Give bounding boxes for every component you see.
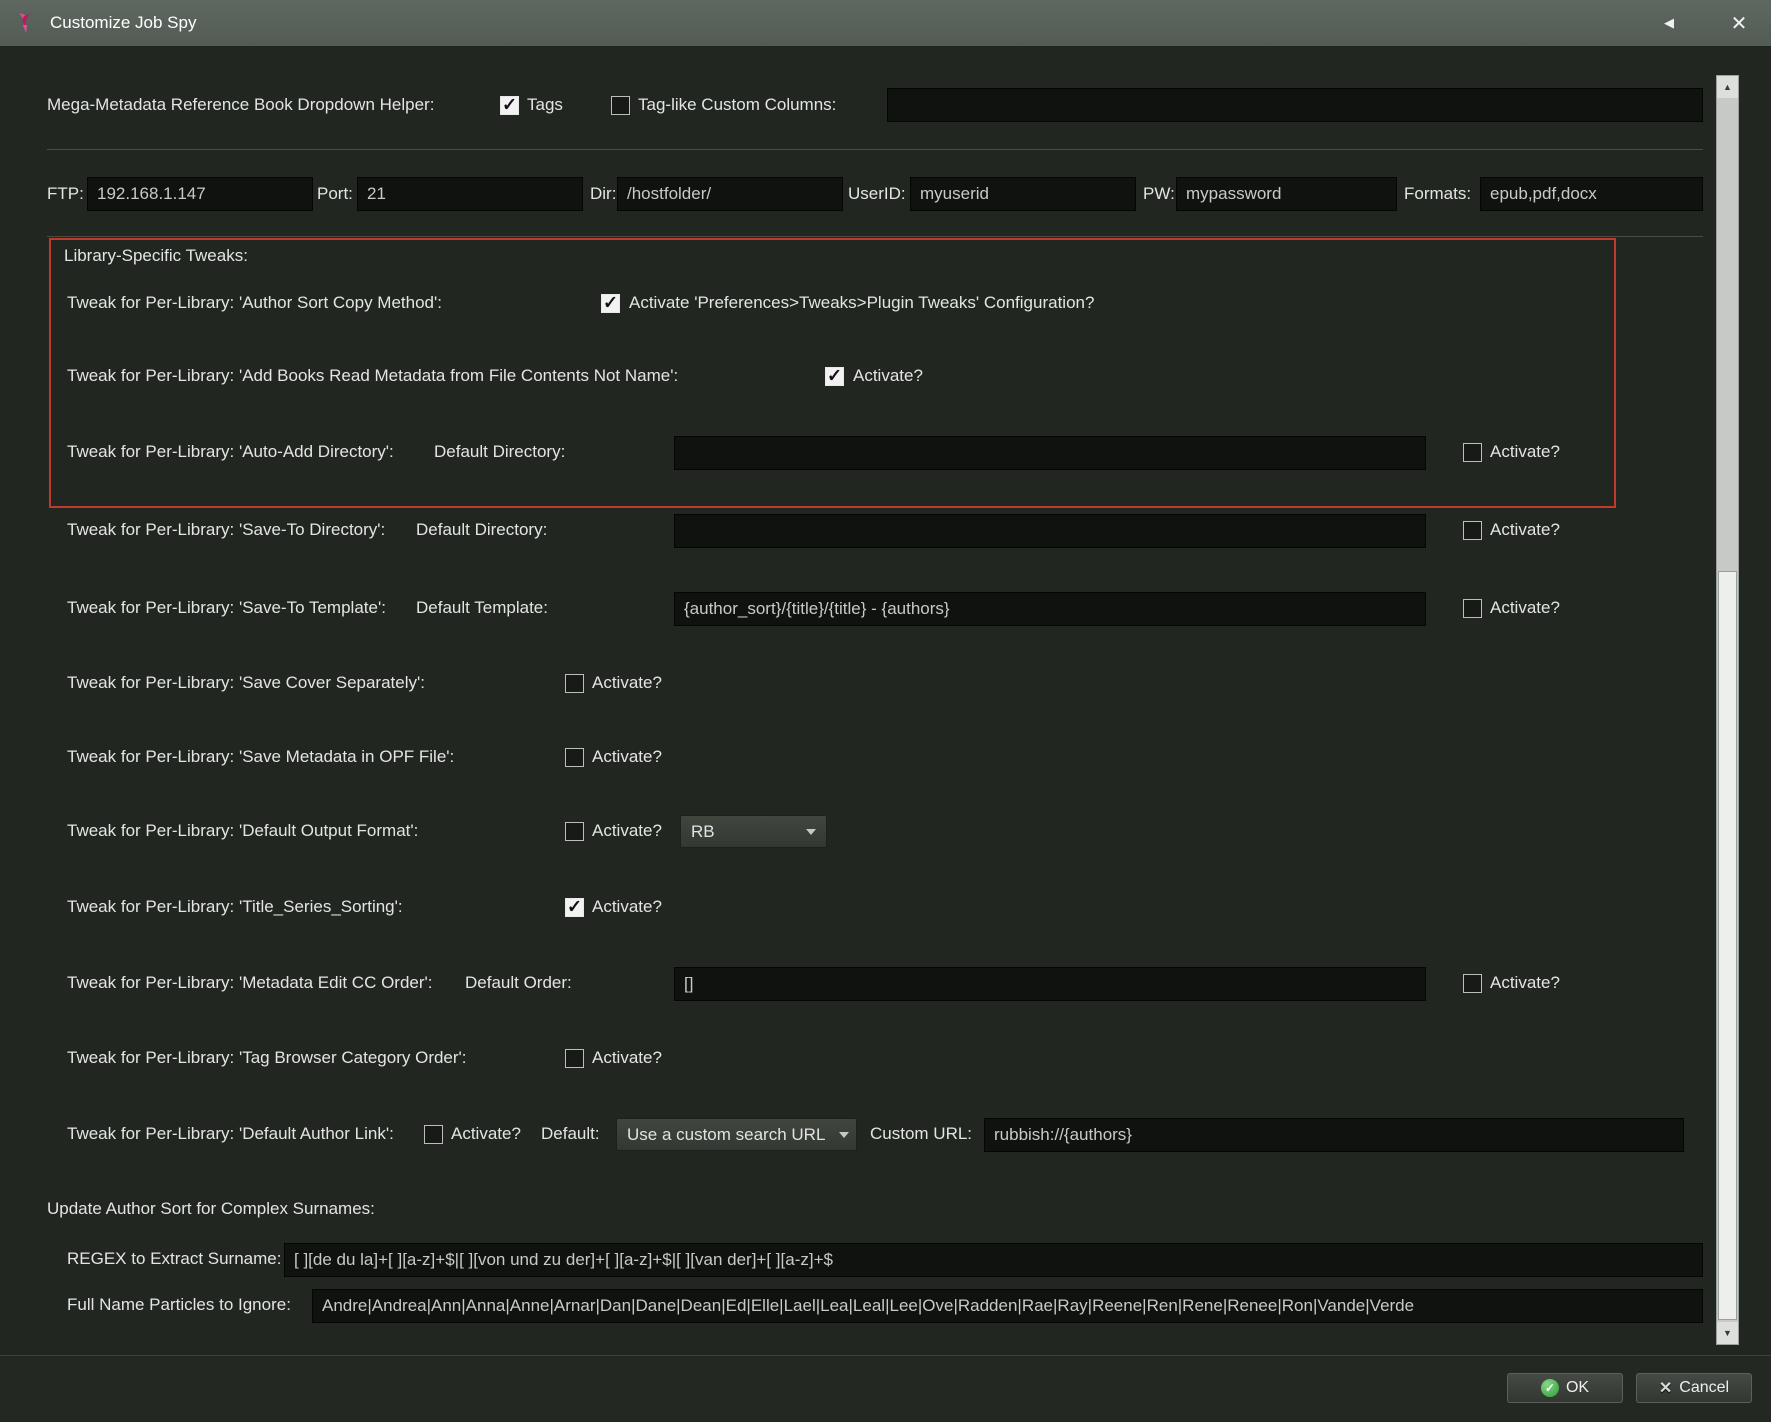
tags-checkbox-label: Tags <box>527 95 563 114</box>
close-button[interactable]: ✕ <box>1719 0 1759 46</box>
titlebar: Customize Job Spy ◀ ✕ <box>0 0 1771 46</box>
metadata-cc-field-label: Default Order: <box>465 973 572 992</box>
chevron-down-icon <box>839 1131 850 1138</box>
dialog-window: Customize Job Spy ◀ ✕ Mega-Metadata Refe… <box>0 0 1771 1422</box>
custom-url-input[interactable] <box>984 1118 1684 1152</box>
tweak-tag-browser-label: Tweak for Per-Library: 'Tag Browser Cate… <box>67 1048 467 1067</box>
tweak-author-sort-copy-label: Tweak for Per-Library: 'Author Sort Copy… <box>67 293 442 312</box>
port-input[interactable] <box>357 177 583 211</box>
save-cover-activate-checkbox[interactable] <box>565 674 584 693</box>
auto-add-dir-activate-checkbox[interactable] <box>1463 443 1482 462</box>
tweak-title-series-label: Tweak for Per-Library: 'Title_Series_Sor… <box>67 897 403 916</box>
app-icon <box>12 9 40 37</box>
save-to-template-input[interactable] <box>674 592 1426 626</box>
default-output-activate-checkbox[interactable] <box>565 822 584 841</box>
metadata-cc-activate-label: Activate? <box>1490 973 1560 992</box>
save-to-template-field-label: Default Template: <box>416 598 548 617</box>
formats-input[interactable] <box>1480 177 1703 211</box>
author-link-select[interactable]: Use a custom search URL <box>616 1118 857 1151</box>
port-label: Port: <box>317 184 353 203</box>
author-link-select-value: Use a custom search URL <box>627 1124 826 1144</box>
tag-like-columns-input[interactable] <box>887 88 1703 122</box>
tag-browser-activate-checkbox[interactable] <box>565 1049 584 1068</box>
metadata-cc-order-input[interactable] <box>674 967 1426 1001</box>
pw-label: PW: <box>1143 184 1175 203</box>
title-series-activate-label: Activate? <box>592 897 662 916</box>
save-cover-activate-label: Activate? <box>592 673 662 692</box>
tweak-default-output-label: Tweak for Per-Library: 'Default Output F… <box>67 821 419 840</box>
tweak-save-cover-label: Tweak for Per-Library: 'Save Cover Separ… <box>67 673 425 692</box>
ftp-label: FTP: <box>47 184 84 203</box>
author-link-default-label: Default: <box>541 1124 600 1143</box>
formats-label: Formats: <box>1404 184 1472 203</box>
divider <box>47 236 1703 237</box>
update-author-sort-heading: Update Author Sort for Complex Surnames: <box>47 1199 375 1218</box>
save-to-dir-activate-checkbox[interactable] <box>1463 521 1482 540</box>
ok-check-icon: ✓ <box>1540 1379 1559 1397</box>
author-sort-copy-activate-checkbox[interactable] <box>601 294 620 313</box>
save-to-dir-input[interactable] <box>674 514 1426 548</box>
output-format-select[interactable]: RB <box>680 815 827 848</box>
add-books-read-activate-label: Activate? <box>853 366 923 385</box>
output-format-value: RB <box>691 821 715 841</box>
dir-label: Dir: <box>590 184 617 203</box>
pw-input[interactable] <box>1176 177 1397 211</box>
scroll-down-button[interactable]: ▼ <box>1717 1322 1738 1344</box>
regex-label: REGEX to Extract Surname: <box>67 1249 282 1268</box>
tag-browser-activate-label: Activate? <box>592 1048 662 1067</box>
cancel-label: Cancel <box>1679 1379 1730 1396</box>
author-sort-copy-activate-label: Activate 'Preferences>Tweaks>Plugin Twea… <box>629 293 1095 312</box>
particles-label: Full Name Particles to Ignore: <box>67 1295 291 1314</box>
save-to-template-activate-checkbox[interactable] <box>1463 599 1482 618</box>
title-series-activate-checkbox[interactable] <box>565 898 584 917</box>
tweak-author-link-label: Tweak for Per-Library: 'Default Author L… <box>67 1124 394 1143</box>
scroll-thumb[interactable] <box>1718 571 1737 1320</box>
save-opf-activate-checkbox[interactable] <box>565 748 584 767</box>
scroll-up-button[interactable]: ▲ <box>1717 76 1738 98</box>
default-output-activate-label: Activate? <box>592 821 662 840</box>
chevron-down-icon <box>806 828 816 835</box>
save-to-dir-field-label: Default Directory: <box>416 520 548 539</box>
cancel-x-icon: ✕ <box>1658 1380 1673 1397</box>
dir-input[interactable] <box>617 177 843 211</box>
ftp-host-input[interactable] <box>87 177 313 211</box>
library-tweaks-heading: Library-Specific Tweaks: <box>64 246 248 265</box>
divider <box>47 149 1703 150</box>
window-title: Customize Job Spy <box>50 13 197 32</box>
save-to-template-activate-label: Activate? <box>1490 598 1560 617</box>
scrollbar[interactable]: ▲ ▼ <box>1716 75 1739 1345</box>
tweak-save-to-dir-label: Tweak for Per-Library: 'Save-To Director… <box>67 520 386 539</box>
tag-like-columns-label: Tag-like Custom Columns: <box>638 95 837 114</box>
tag-like-columns-checkbox[interactable] <box>611 96 630 115</box>
footer-bar: ✓ OK ✕ Cancel <box>0 1355 1771 1422</box>
save-opf-activate-label: Activate? <box>592 747 662 766</box>
tweak-auto-add-dir-label: Tweak for Per-Library: 'Auto-Add Directo… <box>67 442 394 461</box>
author-link-activate-label: Activate? <box>451 1124 521 1143</box>
tweak-add-books-read-label: Tweak for Per-Library: 'Add Books Read M… <box>67 366 679 385</box>
tweak-save-to-template-label: Tweak for Per-Library: 'Save-To Template… <box>67 598 386 617</box>
auto-add-dir-input[interactable] <box>674 436 1426 470</box>
custom-url-label: Custom URL: <box>870 1124 973 1143</box>
tweak-metadata-cc-label: Tweak for Per-Library: 'Metadata Edit CC… <box>67 973 433 992</box>
regex-input[interactable] <box>284 1243 1703 1277</box>
tweak-save-opf-label: Tweak for Per-Library: 'Save Metadata in… <box>67 747 455 766</box>
collapse-arrow-button[interactable]: ◀ <box>1649 0 1689 46</box>
auto-add-dir-field-label: Default Directory: <box>434 442 566 461</box>
cancel-button[interactable]: ✕ Cancel <box>1636 1373 1752 1403</box>
save-to-dir-activate-label: Activate? <box>1490 520 1560 539</box>
userid-label: UserID: <box>848 184 906 203</box>
userid-input[interactable] <box>910 177 1136 211</box>
helper-label: Mega-Metadata Reference Book Dropdown He… <box>47 95 435 114</box>
tags-checkbox[interactable] <box>500 96 519 115</box>
metadata-cc-activate-checkbox[interactable] <box>1463 974 1482 993</box>
auto-add-dir-activate-label: Activate? <box>1490 442 1560 461</box>
author-link-activate-checkbox[interactable] <box>424 1125 443 1144</box>
ok-button[interactable]: ✓ OK <box>1507 1373 1623 1403</box>
add-books-read-activate-checkbox[interactable] <box>825 367 844 386</box>
ok-label: OK <box>1565 1379 1590 1396</box>
particles-input[interactable] <box>312 1289 1703 1323</box>
